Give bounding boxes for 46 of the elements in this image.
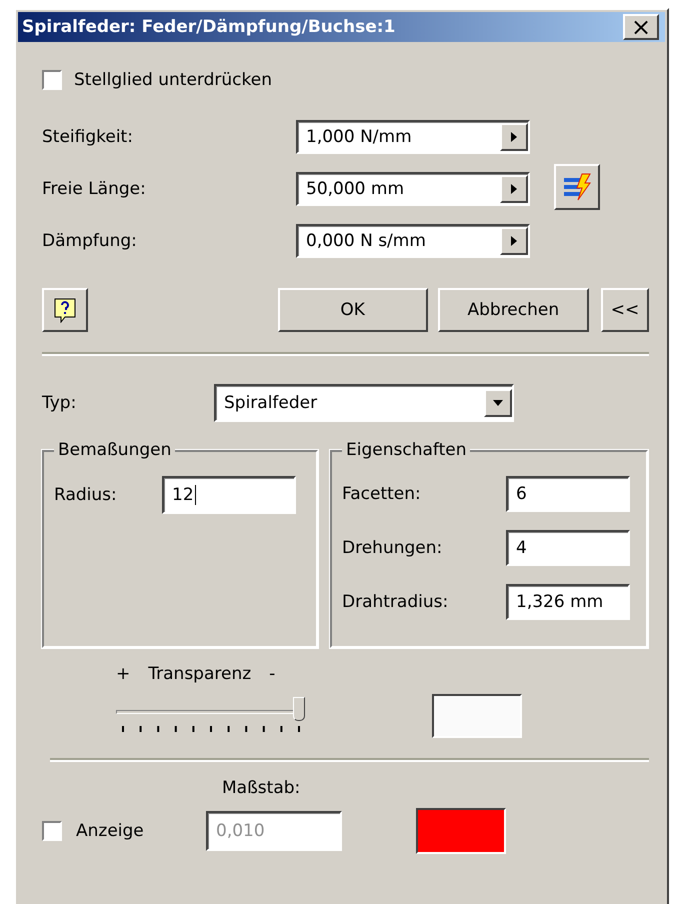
- arrow-icon: [509, 184, 519, 194]
- field-label: Radius:: [54, 485, 118, 505]
- text-cursor: [194, 485, 196, 505]
- dropdown-arrow-icon: [493, 398, 503, 408]
- field-label: Drahtradius:: [342, 592, 450, 612]
- field-label: Facetten:: [342, 484, 422, 504]
- value-field[interactable]: 50,000 mm: [296, 172, 530, 206]
- collapse-button[interactable]: <<: [601, 288, 649, 332]
- transparency-slider[interactable]: [116, 696, 306, 734]
- value-field[interactable]: 0,000 N s/mm: [296, 224, 530, 258]
- field-label: Steifigkeit:: [42, 127, 134, 147]
- slider-thumb[interactable]: [293, 697, 305, 721]
- value-field[interactable]: 6: [506, 476, 630, 512]
- field-label: Drehungen:: [342, 538, 444, 558]
- checkbox[interactable]: [42, 70, 62, 90]
- checkbox-label: Stellglied unterdrücken: [74, 70, 272, 90]
- ok-button[interactable]: OK: [278, 288, 428, 332]
- close-button[interactable]: ×: [623, 14, 659, 40]
- value-field[interactable]: 1,326 mm: [506, 584, 630, 620]
- arrow-icon: [509, 132, 519, 142]
- checkbox-label: Anzeige: [76, 821, 145, 841]
- dropdown-button[interactable]: [484, 389, 512, 417]
- arrow-icon: [509, 236, 519, 246]
- arrow-button[interactable]: [500, 175, 528, 203]
- help-button[interactable]: [42, 288, 88, 332]
- spring-lightning-icon: [562, 172, 592, 202]
- group-title: Bemaßungen: [54, 440, 176, 460]
- scale-label: Maßstab:: [222, 778, 300, 798]
- window-title: Spiralfeder: Feder/Dämpfung/Buchse:1: [22, 17, 396, 37]
- value-field[interactable]: 1,000 N/mm: [296, 120, 530, 154]
- arrow-button[interactable]: [500, 227, 528, 255]
- minus-label: -: [269, 664, 276, 684]
- color-swatch[interactable]: [432, 694, 522, 738]
- type-label: Typ:: [42, 393, 78, 413]
- spring-tool-button[interactable]: [554, 164, 600, 210]
- radius-field[interactable]: 12: [162, 476, 296, 514]
- value-field[interactable]: 4: [506, 530, 630, 566]
- group-title: Eigenschaften: [342, 440, 470, 460]
- cancel-button[interactable]: Abbrechen: [438, 288, 590, 332]
- help-icon: [52, 297, 77, 323]
- arrow-button[interactable]: [500, 123, 528, 151]
- type-dropdown[interactable]: Spiralfeder: [214, 384, 514, 422]
- transparency-label: Transparenz: [148, 664, 252, 684]
- field-label: Dämpfung:: [42, 231, 138, 251]
- field-label: Freie Länge:: [42, 179, 147, 199]
- plus-label: +: [116, 664, 130, 684]
